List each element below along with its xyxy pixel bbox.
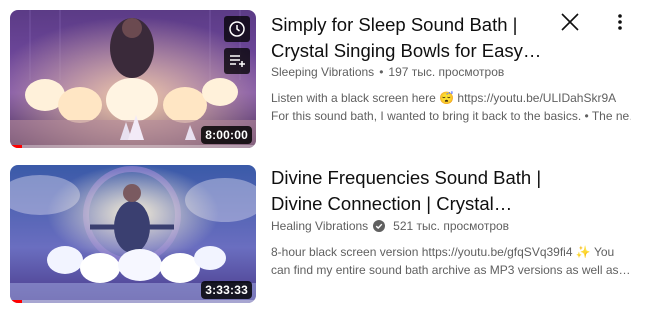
watch-later-icon[interactable] [224,16,250,42]
progress-track [10,300,256,303]
video-thumbnail[interactable]: 8:00:00 [10,10,256,148]
video-meta: Sleeping Vibrations • 197 тыс. просмотро… [271,65,504,79]
channel-name[interactable]: Healing Vibrations [271,219,368,233]
view-count: 521 тыс. просмотров [393,219,510,233]
video-thumbnail[interactable]: 3:33:33 [10,165,256,303]
video-result[interactable]: 3:33:33 Divine Frequencies Sound Bath | … [0,165,645,315]
video-title[interactable]: Divine Frequencies Sound Bath | Divine C… [271,165,561,217]
channel-name[interactable]: Sleeping Vibrations [271,65,374,79]
video-duration: 3:33:33 [201,281,252,299]
video-description: Listen with a black screen here 😴 https:… [271,91,631,123]
progress-track [10,145,256,148]
view-count: 197 тыс. просмотров [388,65,505,79]
add-to-queue-icon[interactable] [224,48,250,74]
sparkle-emoji: ✨ [575,245,591,259]
meta-separator: • [379,65,384,79]
video-result[interactable]: 8:00:00 Simply for Sleep Sound Bath | Cr… [0,10,645,160]
video-meta: Healing Vibrations 521 тыс. просмотров [271,219,509,233]
sleep-emoji: 😴 [439,91,455,105]
verified-badge-icon [373,220,386,232]
watch-progress-bar [10,300,23,303]
video-duration: 8:00:00 [201,126,252,144]
description-link[interactable]: https://youtu.be/ULIDahSkr9A [457,91,616,105]
video-title[interactable]: Simply for Sleep Sound Bath | Crystal Si… [271,12,561,64]
watch-progress-bar [10,145,23,148]
video-description: 8-hour black screen version https://yout… [271,245,631,277]
